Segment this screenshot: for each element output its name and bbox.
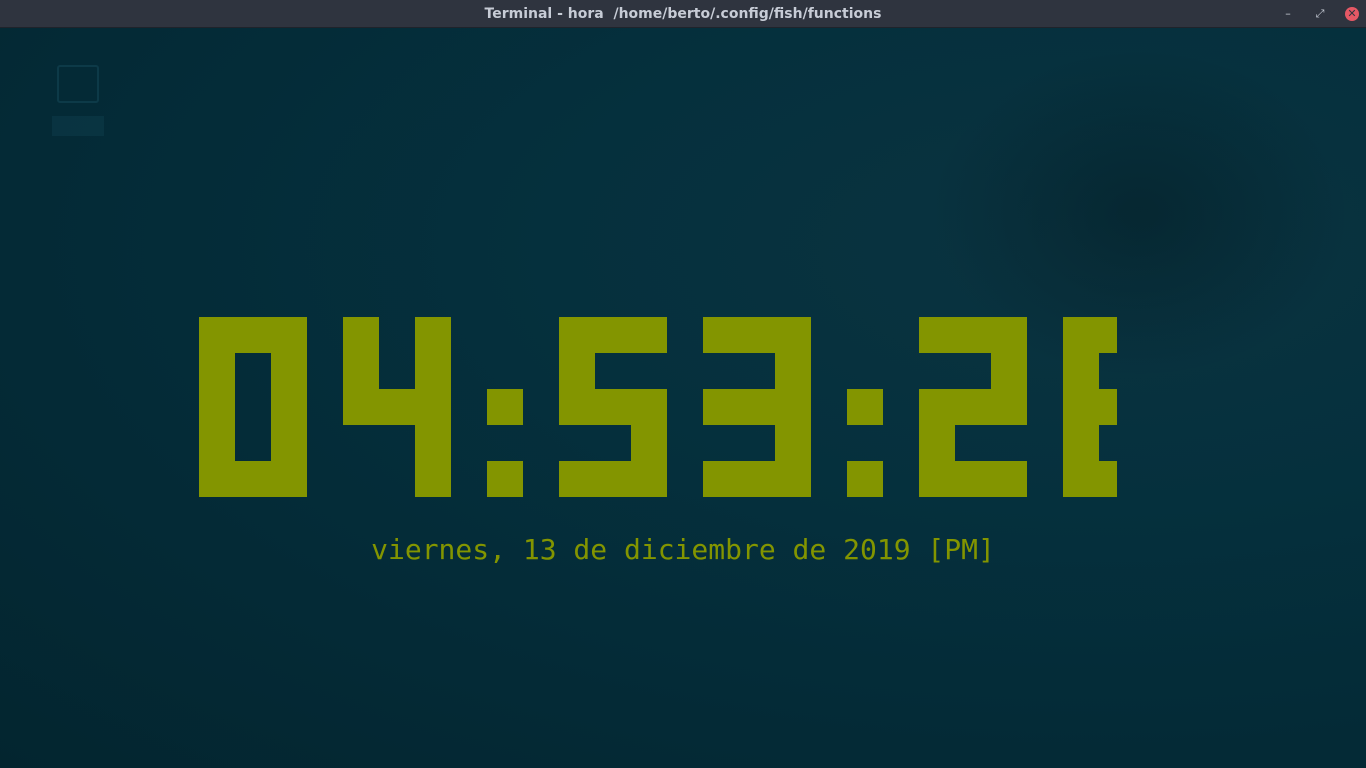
clock-block bbox=[955, 317, 991, 353]
desktop-folder-icon bbox=[57, 65, 99, 103]
clock-glyph-three bbox=[703, 317, 811, 497]
terminal-area[interactable]: viernes, 13 de diciembre de 2019 [PM] bbox=[0, 28, 1366, 768]
clock-block bbox=[739, 389, 775, 425]
minimize-button[interactable]: – bbox=[1281, 7, 1295, 21]
clock-glyph-six bbox=[1063, 317, 1117, 497]
clock-block bbox=[631, 389, 667, 425]
clock-block bbox=[235, 317, 271, 353]
clock-block bbox=[559, 389, 595, 425]
clock-block bbox=[631, 317, 667, 353]
clock-block bbox=[775, 389, 811, 425]
clock-block bbox=[1063, 461, 1099, 497]
clock-block bbox=[991, 353, 1027, 389]
clock-block bbox=[415, 389, 451, 425]
clock-block bbox=[1099, 317, 1117, 353]
clock-block bbox=[559, 353, 595, 389]
clock-block bbox=[271, 425, 307, 461]
clock-digits bbox=[199, 317, 1117, 497]
clock-block bbox=[271, 389, 307, 425]
clock-block bbox=[415, 317, 451, 353]
clock-block bbox=[487, 461, 523, 497]
clock-block bbox=[631, 461, 667, 497]
clock-glyph-four bbox=[343, 317, 451, 497]
clock-block bbox=[703, 461, 739, 497]
clock-glyph-colon bbox=[487, 389, 523, 497]
window-title: Terminal - hora /home/berto/.config/fish… bbox=[484, 6, 882, 22]
clock-block bbox=[739, 461, 775, 497]
clock-block bbox=[379, 389, 415, 425]
clock-block bbox=[199, 425, 235, 461]
close-button[interactable]: ✕ bbox=[1345, 7, 1359, 21]
clock-block bbox=[199, 317, 235, 353]
clock-block bbox=[415, 425, 451, 461]
clock-glyph-colon bbox=[847, 389, 883, 497]
clock-block bbox=[1099, 461, 1117, 497]
terminal-window: Terminal - hora /home/berto/.config/fish… bbox=[0, 0, 1366, 768]
date-line: viernes, 13 de diciembre de 2019 [PM] bbox=[371, 533, 995, 566]
clock-block bbox=[1063, 317, 1099, 353]
clock-block bbox=[703, 317, 739, 353]
clock-block bbox=[775, 317, 811, 353]
clock-block bbox=[1063, 425, 1099, 461]
clock-block bbox=[343, 389, 379, 425]
clock-block bbox=[991, 461, 1027, 497]
clock-block bbox=[631, 425, 667, 461]
clock-block bbox=[271, 461, 307, 497]
clock-block bbox=[919, 317, 955, 353]
clock-block bbox=[343, 317, 379, 353]
clock-block bbox=[919, 461, 955, 497]
clock-block bbox=[235, 461, 271, 497]
clock-block bbox=[199, 353, 235, 389]
clock-block bbox=[991, 389, 1027, 425]
clock-block bbox=[919, 389, 955, 425]
clock-block bbox=[1063, 353, 1099, 389]
clock-block bbox=[775, 425, 811, 461]
clock-block bbox=[955, 389, 991, 425]
clock-glyph-five bbox=[559, 317, 667, 497]
desktop-icon-label bbox=[52, 116, 104, 136]
clock-block bbox=[775, 461, 811, 497]
clock-block bbox=[1063, 389, 1099, 425]
clock-block bbox=[847, 461, 883, 497]
clock-block bbox=[991, 317, 1027, 353]
clock-block bbox=[595, 317, 631, 353]
clock-block bbox=[739, 317, 775, 353]
clock-block bbox=[595, 389, 631, 425]
clock-block bbox=[199, 389, 235, 425]
clock-block bbox=[271, 317, 307, 353]
clock-block bbox=[1099, 389, 1117, 425]
clock-block bbox=[415, 353, 451, 389]
maximize-button[interactable]: ⤢ bbox=[1313, 7, 1327, 21]
big-clock bbox=[199, 317, 1117, 497]
clock-block bbox=[343, 353, 379, 389]
clock-block bbox=[847, 389, 883, 425]
clock-block bbox=[487, 389, 523, 425]
clock-block bbox=[919, 425, 955, 461]
clock-glyph-two bbox=[919, 317, 1027, 497]
title-bar[interactable]: Terminal - hora /home/berto/.config/fish… bbox=[0, 0, 1366, 28]
clock-block bbox=[415, 461, 451, 497]
clock-block bbox=[559, 317, 595, 353]
clock-block bbox=[559, 461, 595, 497]
clock-block bbox=[775, 353, 811, 389]
clock-block bbox=[703, 389, 739, 425]
clock-block bbox=[199, 461, 235, 497]
clock-block bbox=[271, 353, 307, 389]
clock-glyph-zero bbox=[199, 317, 307, 497]
clock-block bbox=[955, 461, 991, 497]
clock-block bbox=[595, 461, 631, 497]
